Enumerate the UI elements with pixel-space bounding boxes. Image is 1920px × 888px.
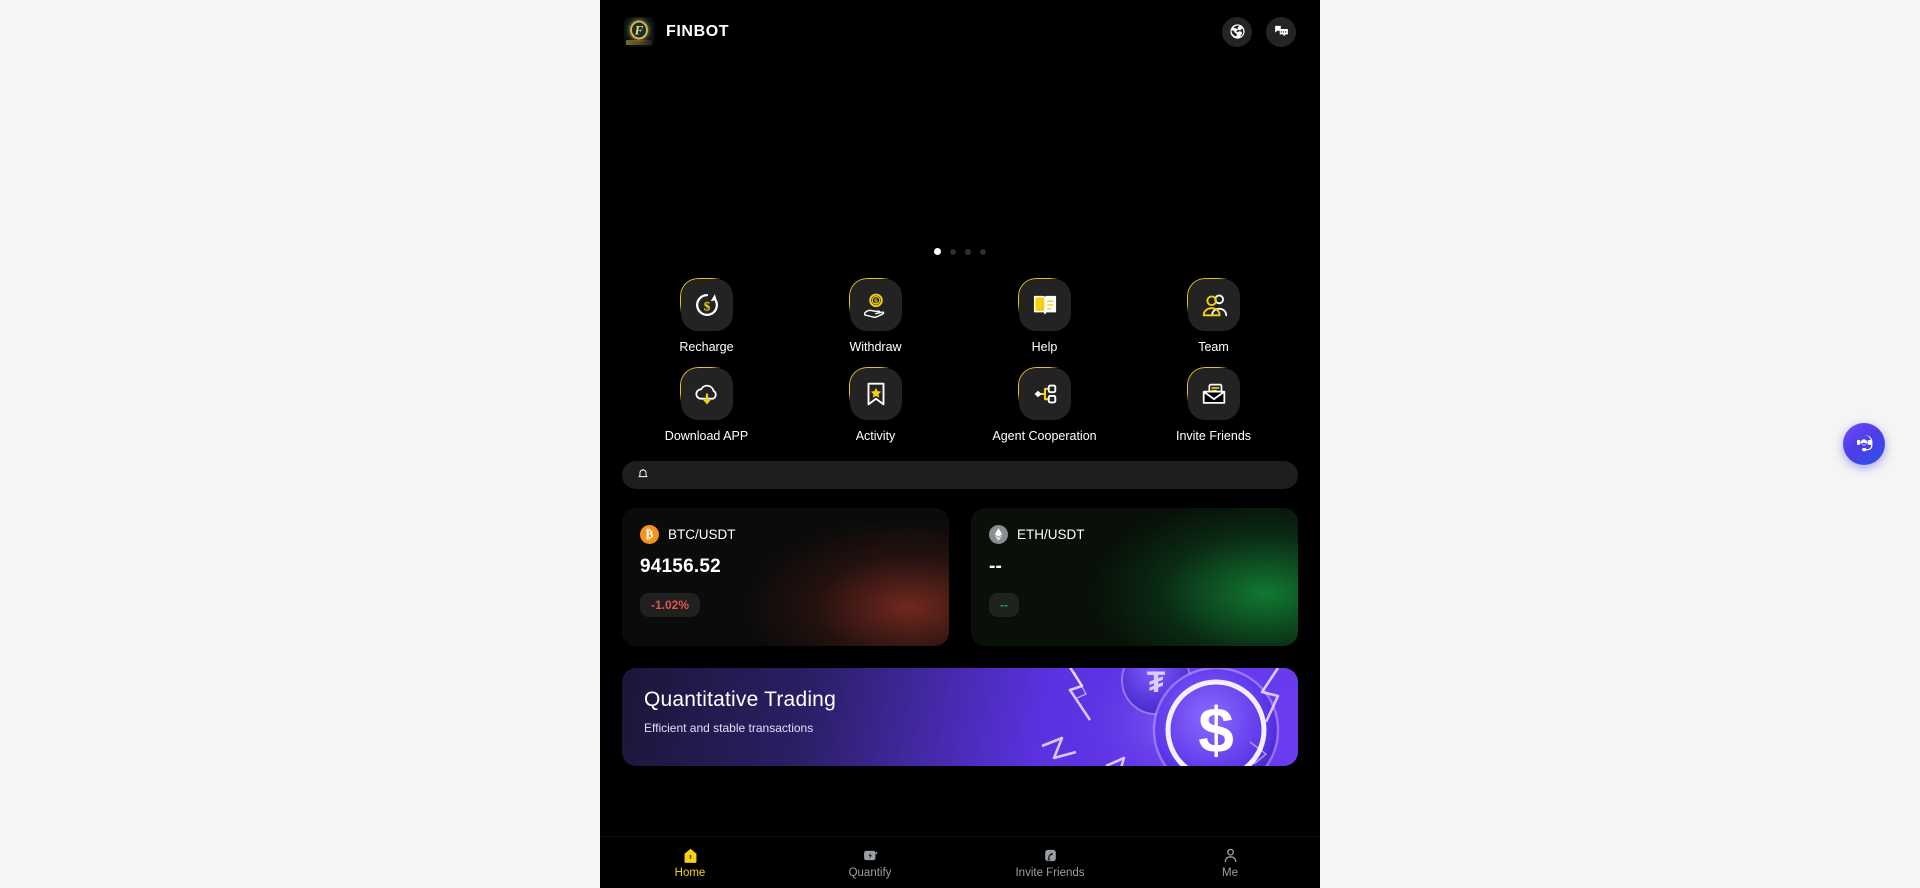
envelope-card-icon xyxy=(1187,368,1240,420)
quick-action-label: Download APP xyxy=(664,429,749,443)
promo-banner-quantitative-trading[interactable]: ₮ $ Quantitative Trading Efficient and s… xyxy=(622,668,1298,766)
bottom-navigation: Home Quantify Invite Friends Me xyxy=(600,836,1320,888)
carousel-dot-3[interactable] xyxy=(965,248,971,255)
nav-label: Home xyxy=(674,866,706,879)
ethereum-icon xyxy=(989,525,1008,544)
headset-agent-icon xyxy=(1857,435,1873,452)
dollar-refresh-icon: $ xyxy=(680,279,733,331)
promo-title: Quantitative Trading xyxy=(644,688,836,711)
carousel-dot-1[interactable] xyxy=(934,248,941,255)
quick-action-label: Recharge xyxy=(679,340,734,354)
quick-action-label: Agent Cooperation xyxy=(992,429,1097,443)
floating-support-button[interactable] xyxy=(1843,423,1885,465)
people-icon xyxy=(1187,279,1240,331)
market-pair: ETH/USDT xyxy=(1017,527,1085,542)
carousel-dot-2[interactable] xyxy=(950,248,956,255)
bitcoin-icon: ₿ xyxy=(640,525,659,544)
quick-action-download-app[interactable]: Download APP xyxy=(622,360,791,443)
carousel-dots xyxy=(600,248,1320,255)
lightning-card-icon xyxy=(863,850,877,860)
svg-text:$: $ xyxy=(703,298,710,313)
banner-carousel[interactable] xyxy=(600,63,1320,265)
node-network-icon xyxy=(1018,368,1071,420)
market-card-header: ₿ BTC/USDT xyxy=(640,525,931,544)
market-card-btc[interactable]: ₿ BTC/USDT 94156.52 -1.02% xyxy=(622,508,949,646)
quick-action-activity[interactable]: Activity xyxy=(791,360,960,443)
quick-action-invite-friends[interactable]: Invite Friends xyxy=(1129,360,1298,443)
cloud-download-icon xyxy=(680,368,733,420)
market-pair: BTC/USDT xyxy=(668,527,736,542)
quick-action-label: Invite Friends xyxy=(1175,429,1252,443)
share-hand-icon xyxy=(1044,849,1056,861)
bell-icon xyxy=(638,469,648,478)
market-card-header: ETH/USDT xyxy=(989,525,1280,544)
bookmark-star-icon xyxy=(849,368,902,420)
screen-root: F FINBOT $ Recharge $ Withdraw Help Team… xyxy=(0,0,1920,888)
promo-text: Quantitative Trading Efficient and stabl… xyxy=(622,668,1298,735)
brand-logo[interactable]: F FINBOT xyxy=(624,16,730,47)
nav-item-me[interactable]: Me xyxy=(1140,847,1320,879)
phone-viewport: F FINBOT $ Recharge $ Withdraw Help Team… xyxy=(600,0,1320,888)
quick-actions-grid: $ Recharge $ Withdraw Help Team Download… xyxy=(600,265,1320,443)
market-price: 94156.52 xyxy=(640,556,721,577)
nav-item-quantify[interactable]: Quantify xyxy=(780,847,960,879)
quick-action-label: Team xyxy=(1198,340,1229,354)
nav-label: Quantify xyxy=(848,866,892,879)
home-icon xyxy=(684,848,696,863)
quick-action-recharge[interactable]: $ Recharge xyxy=(622,271,791,354)
carousel-dot-4[interactable] xyxy=(980,248,986,255)
quick-action-label: Help xyxy=(1031,340,1058,354)
nav-item-home[interactable]: Home xyxy=(600,847,780,879)
market-change-badge: -1.02% xyxy=(640,593,701,617)
market-price: -- xyxy=(989,556,1003,577)
quick-action-agent-cooperation[interactable]: Agent Cooperation xyxy=(960,360,1129,443)
chat-bubbles-icon[interactable] xyxy=(1266,16,1296,47)
brand-name: FINBOT xyxy=(666,22,730,40)
market-change-badge: -- xyxy=(989,593,1019,617)
promo-subtitle: Efficient and stable transactions xyxy=(644,721,814,735)
person-icon xyxy=(1224,848,1236,862)
quick-action-team[interactable]: Team xyxy=(1129,271,1298,354)
svg-text:$: $ xyxy=(874,297,878,306)
quick-action-label: Activity xyxy=(855,429,896,443)
notice-bar[interactable] xyxy=(622,461,1298,489)
quick-action-withdraw[interactable]: $ Withdraw xyxy=(791,271,960,354)
nav-item-invite-friends[interactable]: Invite Friends xyxy=(960,847,1140,879)
nav-label: Invite Friends xyxy=(1015,866,1085,879)
open-book-icon xyxy=(1018,279,1071,331)
market-card-eth[interactable]: ETH/USDT -- -- xyxy=(971,508,1298,646)
hand-coin-icon: $ xyxy=(849,279,902,331)
header-actions xyxy=(1222,16,1296,47)
finbot-logo-icon: F xyxy=(624,16,654,47)
app-header: F FINBOT xyxy=(600,0,1320,63)
quick-action-help[interactable]: Help xyxy=(960,271,1129,354)
globe-icon[interactable] xyxy=(1222,16,1252,47)
nav-label: Me xyxy=(1222,866,1238,879)
quick-action-label: Withdraw xyxy=(849,340,902,354)
market-cards: ₿ BTC/USDT 94156.52 -1.02% ETH/USDT -- -… xyxy=(622,508,1298,646)
